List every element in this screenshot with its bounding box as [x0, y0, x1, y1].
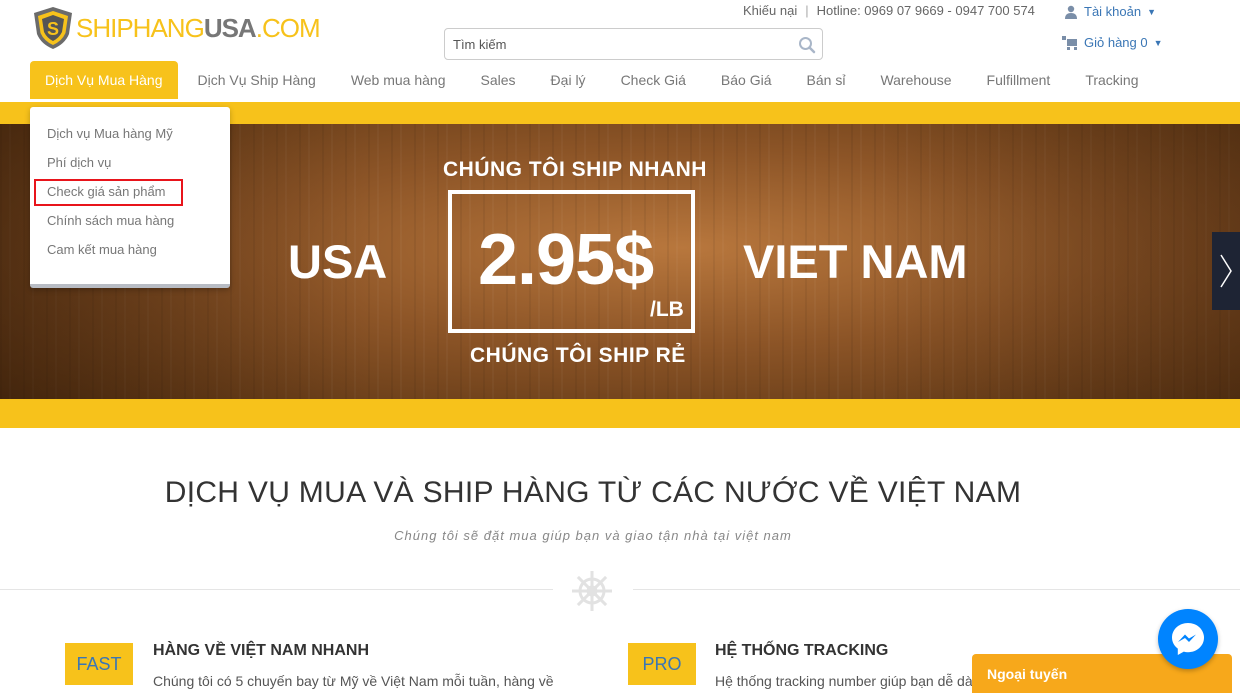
feature-title: HỆ THỐNG TRACKING — [715, 642, 889, 659]
nav-item-bao-gia[interactable]: Báo Giá — [721, 61, 772, 99]
banner-bottom-stripe — [0, 399, 1240, 428]
chevron-right-icon — [1220, 254, 1232, 288]
banner-right-text: VIET NAM — [743, 235, 968, 288]
logo-text: SHIPHANGUSA.COM — [76, 12, 321, 43]
logo[interactable]: S SHIPHANGUSA.COM — [32, 5, 321, 51]
hotline-text: Hotline: 0969 07 9669 - 0947 700 574 — [816, 3, 1035, 18]
search-icon[interactable] — [798, 36, 816, 54]
nav-item-ban-si[interactable]: Bán sỉ — [807, 61, 846, 99]
dropdown-item-check-gia-san-pham[interactable]: Check giá sản phẩm — [47, 184, 166, 199]
chevron-down-icon: ▼ — [1147, 6, 1157, 17]
services-dropdown: Dịch vụ Mua hàng Mỹ Phí dịch vụ Check gi… — [30, 107, 230, 288]
section-title: DỊCH VỤ MUA VÀ SHIP HÀNG TỪ CÁC NƯỚC VỀ … — [164, 476, 1022, 509]
cart-menu[interactable]: Giỏ hàng 0 ▼ — [1062, 35, 1163, 50]
divider — [0, 589, 553, 590]
ship-wheel-icon — [572, 571, 612, 611]
complaint-link[interactable]: Khiếu nại — [743, 3, 797, 18]
dropdown-item-phi-dich-vu[interactable]: Phí dịch vụ — [47, 155, 111, 170]
search-input[interactable] — [445, 29, 785, 59]
logo-shield-icon: S — [34, 7, 72, 49]
account-label: Tài khoản — [1084, 4, 1142, 19]
nav-item-warehouse[interactable]: Warehouse — [880, 61, 951, 99]
separator: | — [805, 3, 809, 18]
nav-item-dich-vu-mua-hang[interactable]: Dịch Vụ Mua Hàng — [30, 61, 178, 99]
messenger-button[interactable] — [1158, 609, 1218, 669]
chevron-down-icon: ▼ — [1153, 37, 1163, 48]
nav-item-sales[interactable]: Sales — [481, 61, 516, 99]
dropdown-item-chinh-sach-mua-hang[interactable]: Chính sách mua hàng — [47, 213, 174, 228]
cart-icon — [1062, 35, 1077, 50]
search-box[interactable] — [444, 28, 823, 60]
feature-description: Chúng tôi có 5 chuyến bay từ Mỹ về Việt … — [153, 673, 554, 689]
nav-item-fulfillment[interactable]: Fulfillment — [987, 61, 1051, 99]
messenger-icon — [1172, 623, 1204, 655]
banner-left-text: USA — [288, 235, 388, 288]
nav-item-dich-vu-ship-hang[interactable]: Dịch Vụ Ship Hàng — [198, 61, 316, 99]
cart-label: Giỏ hàng 0 — [1084, 35, 1148, 50]
feature-tag-fast: FAST — [65, 643, 133, 685]
user-icon — [1065, 5, 1077, 19]
account-menu[interactable]: Tài khoản ▼ — [1064, 4, 1156, 19]
nav-item-check-gia[interactable]: Check Giá — [621, 61, 686, 99]
banner-top-text: CHÚNG TÔI SHIP NHANH — [443, 158, 707, 181]
feature-title: HÀNG VỀ VIỆT NAM NHANH — [153, 642, 370, 659]
feature-tag-pro: PRO — [628, 643, 696, 685]
nav-item-web-mua-hang[interactable]: Web mua hàng — [351, 61, 446, 99]
section-subtitle: Chúng tôi sẽ đặt mua giúp bạn và giao tậ… — [394, 528, 792, 543]
slider-next-button[interactable] — [1212, 232, 1240, 310]
feature-description: Hệ thống tracking number giúp bạn dễ dà — [715, 673, 973, 689]
top-info-bar: Khiếu nại | Hotline: 0969 07 9669 - 0947… — [743, 3, 1035, 18]
dropdown-item-dich-vu-mua-hang-my[interactable]: Dịch vụ Mua hàng Mỹ — [47, 126, 173, 141]
nav-item-tracking[interactable]: Tracking — [1085, 61, 1138, 99]
banner-price: 2.95$ — [478, 220, 654, 300]
banner-price-unit: /LB — [650, 298, 684, 321]
divider — [633, 589, 1240, 590]
nav-item-dai-ly[interactable]: Đại lý — [551, 61, 586, 99]
dropdown-item-cam-ket-mua-hang[interactable]: Cam kết mua hàng — [47, 242, 157, 257]
svg-text:S: S — [47, 19, 59, 39]
banner-bottom-text: CHÚNG TÔI SHIP RẺ — [470, 344, 686, 367]
main-nav: Dịch Vụ Mua Hàng Dịch Vụ Ship Hàng Web m… — [30, 61, 1138, 99]
